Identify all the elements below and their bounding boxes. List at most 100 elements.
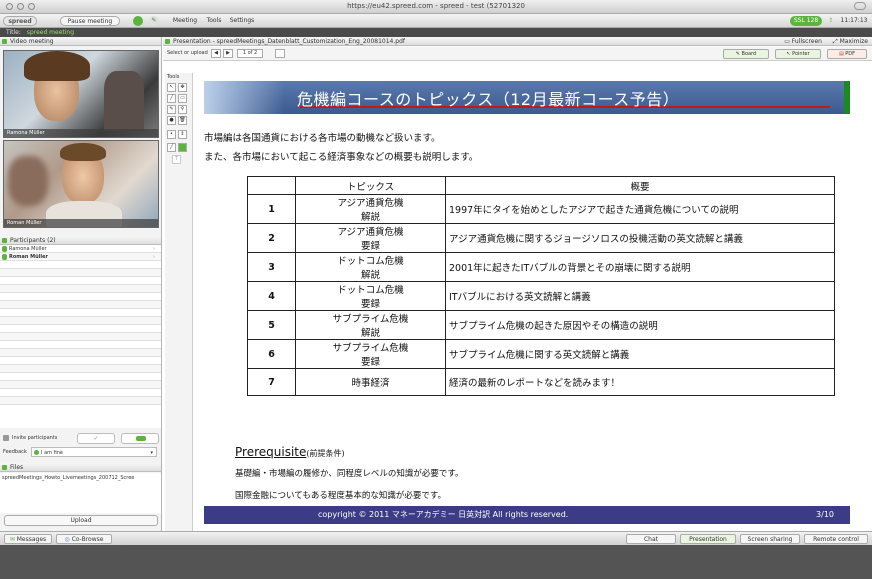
participant-name: Ramona Müller	[9, 246, 47, 252]
files-header: Files	[0, 463, 161, 472]
video-name-label: Roman Müller	[4, 219, 158, 227]
participant-row[interactable]: Roman Müller ›	[0, 253, 161, 261]
slide-intro-2: また、各市場において起こる経済事象などの概要も説明します。	[204, 152, 479, 163]
empty-row	[0, 277, 161, 285]
table-header-summary: 概要	[445, 176, 835, 195]
empty-row	[0, 285, 161, 293]
participants-list: Ramona Müller › Roman Müller ›	[0, 245, 161, 428]
menu-settings[interactable]: Settings	[228, 16, 256, 26]
video-tile-2[interactable]: Roman Müller	[3, 140, 159, 228]
empty-row	[0, 269, 161, 277]
fullscreen-button[interactable]: ▭ Fullscreen	[784, 37, 822, 46]
participant-hair-1	[24, 51, 90, 81]
window-url: https://eu42.spreed.com - spreed - test …	[347, 2, 525, 10]
pen-tool-icon[interactable]: ✎	[167, 105, 176, 114]
select-upload-dropdown[interactable]: Select or upload	[167, 50, 208, 56]
user-icon[interactable]	[133, 16, 143, 26]
row-number: 2	[247, 223, 296, 253]
pdf-button[interactable]: ▤ PDF	[827, 49, 867, 59]
menu-meeting[interactable]: Meeting	[170, 16, 200, 26]
row-desc: サブプライム危機に関する英文読解と講義	[445, 339, 835, 369]
zoom-tool-icon[interactable]: ⚲	[178, 105, 187, 114]
row-topic: ドットコム危機 要録	[295, 281, 446, 311]
invite-participants-button[interactable]: Invite participants	[3, 433, 57, 444]
stepper-icon[interactable]: ⇕	[178, 130, 187, 139]
chat-tab[interactable]: Chat	[626, 534, 676, 544]
zoom-icon[interactable]	[275, 49, 285, 58]
pointer-button[interactable]: ↖ Pointer	[775, 49, 821, 59]
cobrowse-tab[interactable]: ◎ Co-Browse	[56, 534, 112, 544]
camera-button[interactable]	[121, 433, 159, 444]
prev-page-button[interactable]: ◀	[211, 49, 221, 58]
phone-button[interactable]: ✓	[77, 433, 115, 444]
shape-tool-icon[interactable]: ●	[167, 116, 176, 125]
page-indicator[interactable]: 1 of 2	[237, 49, 263, 58]
pointer-label: Pointer	[792, 51, 810, 57]
feedback-select[interactable]: I am fine ▾	[31, 447, 157, 457]
pencil-icon[interactable]: ✎	[149, 16, 159, 26]
slide-copyright: copyright © 2011 マネーアカデミー 日英対訳 All right…	[318, 510, 569, 519]
meeting-title-value: spreed meeting	[26, 29, 75, 36]
user-icon	[2, 246, 7, 252]
empty-row	[0, 349, 161, 357]
empty-row	[0, 261, 161, 269]
board-button[interactable]: ✎ Board	[723, 49, 769, 59]
video-panel-title: Video meeting	[10, 38, 54, 45]
tools-label: Tools	[167, 74, 180, 80]
board-label: Board	[741, 51, 757, 57]
move-tool-icon[interactable]: ✥	[178, 83, 187, 92]
participants-header: Participants (2)	[0, 236, 161, 245]
pdf-label: PDF	[845, 51, 856, 57]
color-swatch[interactable]	[178, 143, 187, 152]
spreed-logo: spreed	[3, 16, 37, 26]
prerequisite-line-1: 基礎編・市場編の履修か、同程度レベルの知識が必要です。	[235, 469, 464, 479]
menu-tools[interactable]: Tools	[204, 16, 224, 26]
text-tool-icon[interactable]: T	[172, 155, 181, 164]
file-item[interactable]: spreedMeetings_Howto_Livemeetings_200712…	[2, 475, 159, 481]
video-name-label: Ramona Müller	[4, 129, 158, 137]
row-topic-sub: 解説	[360, 328, 380, 339]
tools-palette: Tools ↖ ✥ ╱ ▭ ✎ ⚲ ● 🗑 • ⇕ ╱ T	[165, 73, 193, 533]
messages-icon: ✉	[9, 536, 17, 543]
topics-table: トピックス 概要 1 アジア通貨危機 解説 1997年にタイを始めとしたアジアで起きた…	[247, 176, 835, 396]
row-topic: 時事経済	[295, 368, 446, 396]
slide-header-banner: 危機編コースのトピックス（12月最新コース予告）	[204, 81, 850, 114]
empty-row	[0, 365, 161, 373]
desktop-background	[0, 545, 872, 579]
files-title: Files	[10, 464, 24, 471]
row-topic-title: 時事経済	[351, 378, 390, 389]
next-page-button[interactable]: ▶	[223, 49, 233, 58]
invite-label: Invite participants	[12, 435, 58, 441]
video-tile-1[interactable]: Ramona Müller	[3, 50, 159, 138]
upload-button[interactable]: Upload	[4, 515, 158, 526]
size-tool-icon[interactable]: •	[167, 130, 176, 139]
rect-tool-icon[interactable]: ▭	[178, 94, 187, 103]
toolbar-toggle-icon[interactable]	[854, 2, 866, 10]
maximize-button[interactable]: ⤢ Maximize	[833, 37, 868, 46]
select-tool-icon[interactable]: ↖	[167, 83, 176, 92]
row-desc: ITバブルにおける英文読解と講義	[445, 281, 835, 311]
screen-sharing-tab[interactable]: Screen sharing	[740, 534, 800, 544]
remote-control-tab[interactable]: Remote control	[804, 534, 868, 544]
empty-row	[0, 317, 161, 325]
row-topic: アジア通貨危機 解説	[295, 194, 446, 224]
stroke-tool-icon[interactable]: ╱	[167, 143, 176, 152]
table-row: 7 時事経済 経済の最新のレポートなどを読みます！	[247, 368, 835, 396]
row-number: 4	[247, 281, 296, 311]
row-number: 1	[247, 194, 296, 224]
messages-tab[interactable]: ✉ Messages	[4, 534, 52, 544]
fullscreen-icon: ▭	[784, 38, 792, 45]
cobrowse-label: Co-Browse	[71, 536, 104, 543]
participant-row[interactable]: Ramona Müller ›	[0, 245, 161, 253]
fullscreen-label: Fullscreen	[791, 38, 822, 45]
pause-meeting-button[interactable]: Pause meeting	[60, 16, 120, 26]
messages-label: Messages	[16, 536, 47, 543]
presentation-tab[interactable]: Presentation	[680, 534, 736, 544]
delete-tool-icon[interactable]: 🗑	[178, 116, 187, 125]
background-person	[104, 71, 144, 131]
slide-page-number: 3/10	[816, 510, 834, 519]
line-tool-icon[interactable]: ╱	[167, 94, 176, 103]
video-icon	[2, 39, 7, 44]
table-header-blank	[247, 176, 296, 195]
row-topic-title: アジア通貨危機	[337, 227, 404, 238]
